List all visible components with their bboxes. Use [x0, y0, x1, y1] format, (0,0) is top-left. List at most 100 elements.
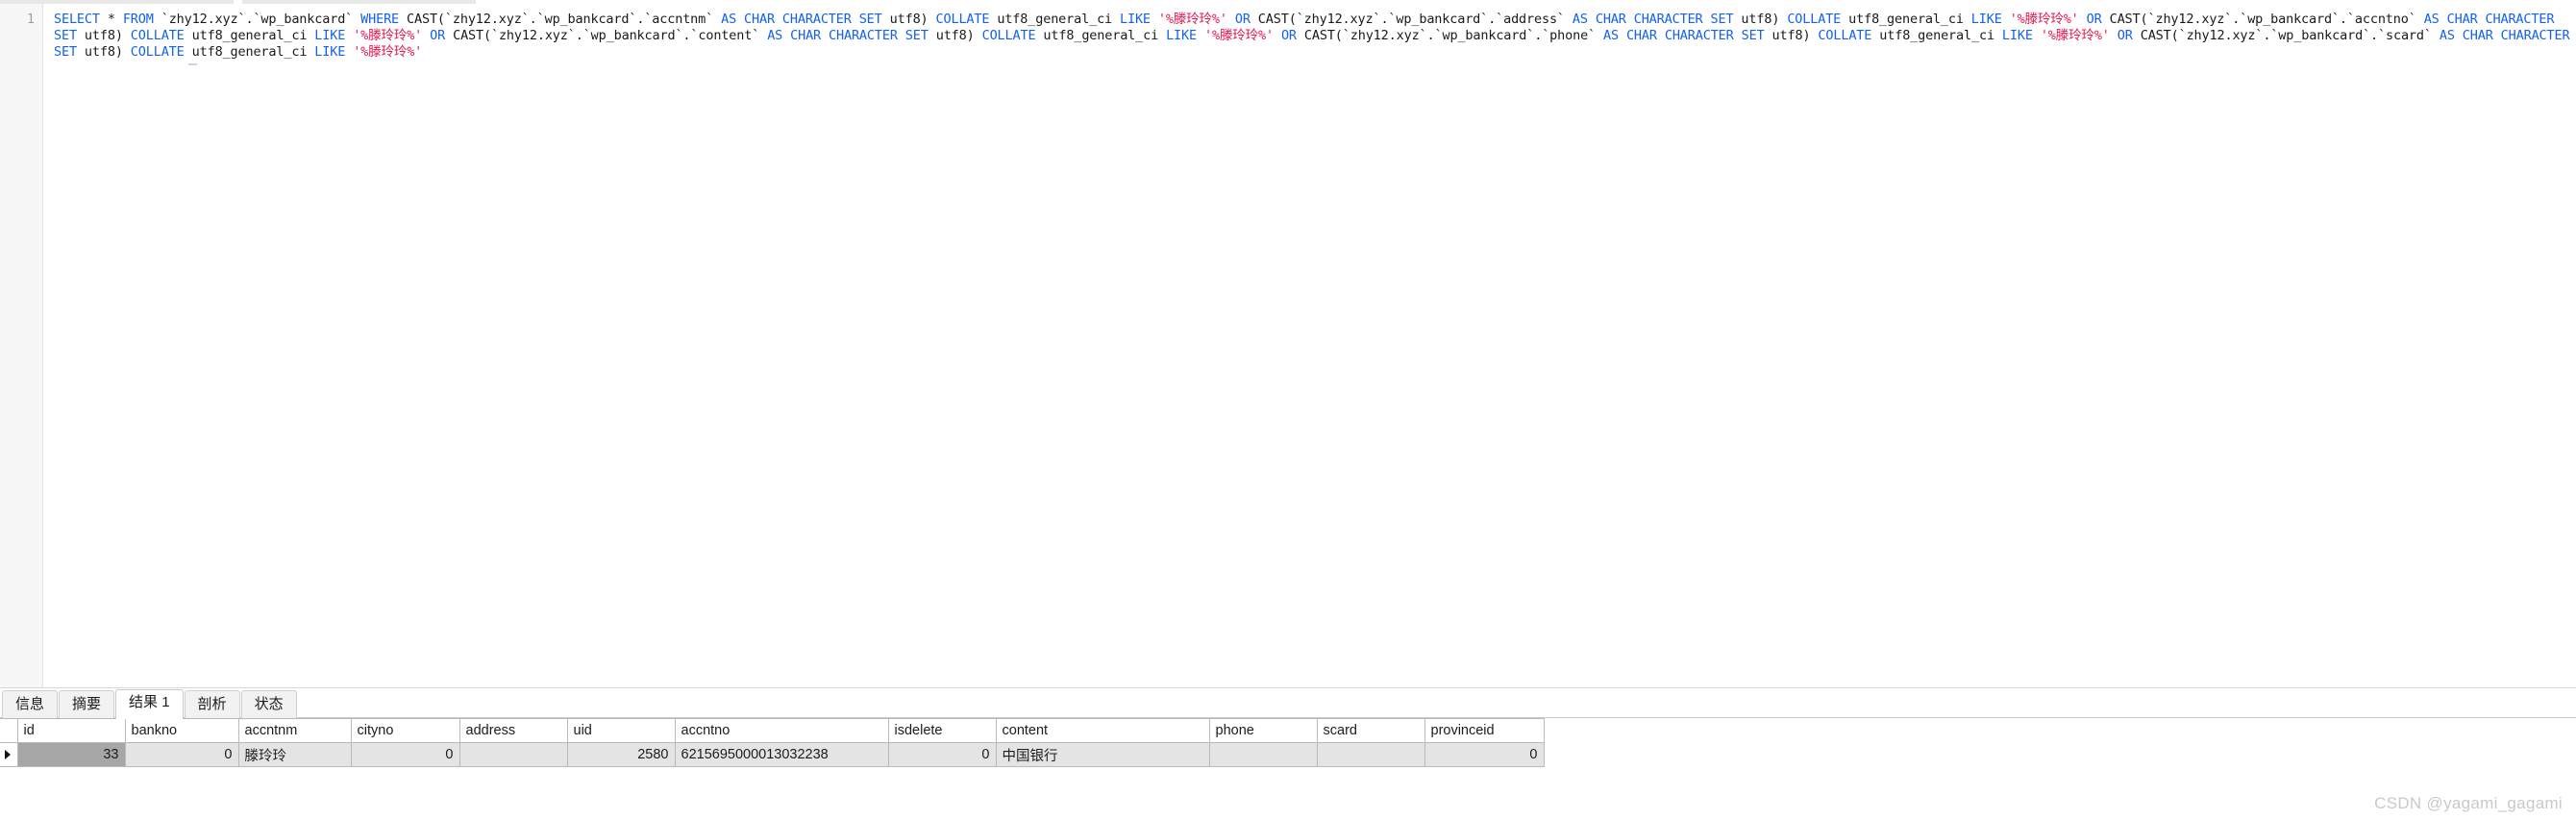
sql-token-33 — [422, 28, 430, 43]
cell-uid[interactable]: 2580 — [567, 742, 676, 767]
cell-scard[interactable] — [1317, 742, 1425, 767]
sql-token-0: SELECT — [54, 12, 100, 27]
column-header-content[interactable]: content — [996, 718, 1210, 743]
sql-token-16: AS CHAR CHARACTER SET — [1572, 12, 1734, 27]
cell-id[interactable]: 33 — [17, 742, 126, 767]
column-header-phone[interactable]: phone — [1209, 718, 1318, 743]
sql-token-32: '%滕玲玲%' — [353, 28, 423, 43]
sql-token-42: '%滕玲玲%' — [1203, 28, 1274, 43]
row-indicator[interactable] — [0, 742, 18, 767]
sql-token-45: CAST(`zhy12.xyz`.`wp_bankcard`.`phone` — [1296, 28, 1604, 43]
sql-token-55: CAST(`zhy12.xyz`.`wp_bankcard`.`scard` — [2132, 28, 2440, 43]
results-grid[interactable]: id bankno accntnm cityno address uid accntno is… — [0, 718, 2576, 820]
sql-token-23 — [2079, 12, 2087, 27]
sql-token-15: CAST(`zhy12.xyz`.`wp_bankcard`.`address` — [1250, 12, 1573, 27]
sql-token-47: utf8) — [1764, 28, 1819, 43]
cell-address[interactable] — [459, 742, 568, 767]
sql-token-51 — [2033, 28, 2041, 43]
sql-token-50: LIKE — [2001, 28, 2033, 43]
results-tab-1[interactable]: 摘要 — [59, 690, 115, 719]
sql-token-28: COLLATE — [130, 28, 185, 43]
column-header-id[interactable]: id — [17, 718, 126, 743]
editor-gutter: 1 — [0, 4, 43, 687]
sql-token-40: LIKE — [1166, 28, 1197, 43]
column-header-provinceid[interactable]: provinceid — [1424, 718, 1545, 743]
column-header-uid[interactable]: uid — [567, 718, 676, 743]
cell-accntnm[interactable]: 滕玲玲 — [238, 742, 352, 767]
cell-content[interactable]: 中国银行 — [996, 742, 1210, 767]
cell-cityno[interactable]: 0 — [351, 742, 460, 767]
sql-token-43 — [1274, 28, 1281, 43]
sql-token-49: utf8_general_ci — [1871, 28, 2002, 43]
line-number: 1 — [26, 12, 35, 27]
sql-token-60: LIKE — [314, 44, 346, 60]
cell-isdelete[interactable]: 0 — [888, 742, 997, 767]
sql-token-4: WHERE — [360, 12, 400, 27]
sql-token-53 — [2110, 28, 2118, 43]
results-tab-0[interactable]: 信息 — [2, 690, 59, 719]
sql-token-11 — [1151, 12, 1158, 27]
sql-token-5: CAST(`zhy12.xyz`.`wp_bankcard`.`accntnm` — [399, 12, 722, 27]
cell-bankno[interactable]: 0 — [125, 742, 239, 767]
sql-token-17: utf8) — [1733, 12, 1788, 27]
sql-token-54: OR — [2117, 28, 2133, 43]
row-indicator-header — [0, 718, 18, 743]
sql-token-14: OR — [1234, 12, 1251, 27]
sql-token-3: `zhy12.xyz`.`wp_bankcard` — [153, 12, 361, 27]
sql-token-24: OR — [2086, 12, 2102, 27]
sql-token-38: COLLATE — [981, 28, 1036, 43]
sql-query-text[interactable]: SELECT * FROM `zhy12.xyz`.`wp_bankcard` … — [43, 4, 2576, 687]
table-row[interactable]: 33 0 滕玲玲 0 2580 6215695000013032238 0 中国银行 0 — [0, 742, 1545, 767]
results-table: id bankno accntnm cityno address uid accntno is… — [0, 718, 1545, 767]
sql-token-1: * — [99, 12, 123, 27]
sql-token-7: utf8) — [881, 12, 936, 27]
sql-token-31 — [345, 28, 353, 43]
column-header-isdelete[interactable]: isdelete — [888, 718, 997, 743]
sql-token-13 — [1227, 12, 1235, 27]
results-header-row: id bankno accntnm cityno address uid accntno is… — [0, 718, 1545, 743]
cell-accntno[interactable]: 6215695000013032238 — [675, 742, 889, 767]
sql-token-6: AS CHAR CHARACTER SET — [721, 12, 882, 27]
results-tab-2-active[interactable]: 结果 1 — [115, 689, 184, 719]
sql-token-41 — [1197, 28, 1204, 43]
results-tab-list: 信息 摘要 结果 1 剖析 状态 — [0, 688, 2576, 719]
sql-token-59: utf8_general_ci — [184, 44, 315, 60]
column-header-accntno[interactable]: accntno — [675, 718, 889, 743]
sql-token-10: LIKE — [1120, 12, 1151, 27]
sql-token-29: utf8_general_ci — [184, 28, 315, 43]
column-header-accntnm[interactable]: accntnm — [238, 718, 352, 743]
sql-token-58: COLLATE — [130, 44, 185, 60]
sql-editor[interactable]: 1 SELECT * FROM `zhy12.xyz`.`wp_bankcard… — [0, 4, 2576, 688]
sql-token-61 — [345, 44, 353, 60]
sql-token-52: '%滕玲玲%' — [2040, 28, 2110, 43]
sql-token-27: utf8) — [76, 28, 131, 43]
column-header-bankno[interactable]: bankno — [125, 718, 239, 743]
results-tabbar: 信息 摘要 结果 1 剖析 状态 — [0, 688, 2576, 719]
cell-provinceid[interactable]: 0 — [1424, 742, 1545, 767]
sql-token-57: utf8) — [76, 44, 131, 60]
column-header-cityno[interactable]: cityno — [351, 718, 460, 743]
sql-token-9: utf8_general_ci — [989, 12, 1120, 27]
column-header-address[interactable]: address — [459, 718, 568, 743]
sql-token-39: utf8_general_ci — [1035, 28, 1167, 43]
results-tab-4[interactable]: 状态 — [240, 690, 297, 719]
results-table-body: 33 0 滕玲玲 0 2580 6215695000013032238 0 中国银行 0 — [0, 742, 1545, 767]
sql-token-2: FROM — [122, 12, 154, 27]
results-tab-3[interactable]: 剖析 — [184, 690, 240, 719]
sql-token-48: COLLATE — [1818, 28, 1872, 43]
sql-token-62: '%滕玲玲%' — [353, 44, 423, 60]
sql-token-46: AS CHAR CHARACTER SET — [1603, 28, 1765, 43]
cell-phone[interactable] — [1209, 742, 1318, 767]
csdn-watermark: CSDN @yagami_gagami — [2374, 794, 2563, 812]
sql-token-12: '%滕玲玲%' — [1157, 12, 1227, 27]
sql-token-34: OR — [430, 28, 446, 43]
sql-token-36: AS CHAR CHARACTER SET — [767, 28, 929, 43]
results-table-head: id bankno accntnm cityno address uid accntno is… — [0, 718, 1545, 743]
sql-token-8: COLLATE — [935, 12, 990, 27]
sql-token-18: COLLATE — [1787, 12, 1842, 27]
current-row-arrow-icon — [5, 750, 11, 759]
sql-token-44: OR — [1280, 28, 1297, 43]
results-pane: 信息 摘要 结果 1 剖析 状态 id bankno accntnm cityno addres… — [0, 688, 2576, 820]
sql-token-20: LIKE — [1970, 12, 2002, 27]
column-header-scard[interactable]: scard — [1317, 718, 1425, 743]
